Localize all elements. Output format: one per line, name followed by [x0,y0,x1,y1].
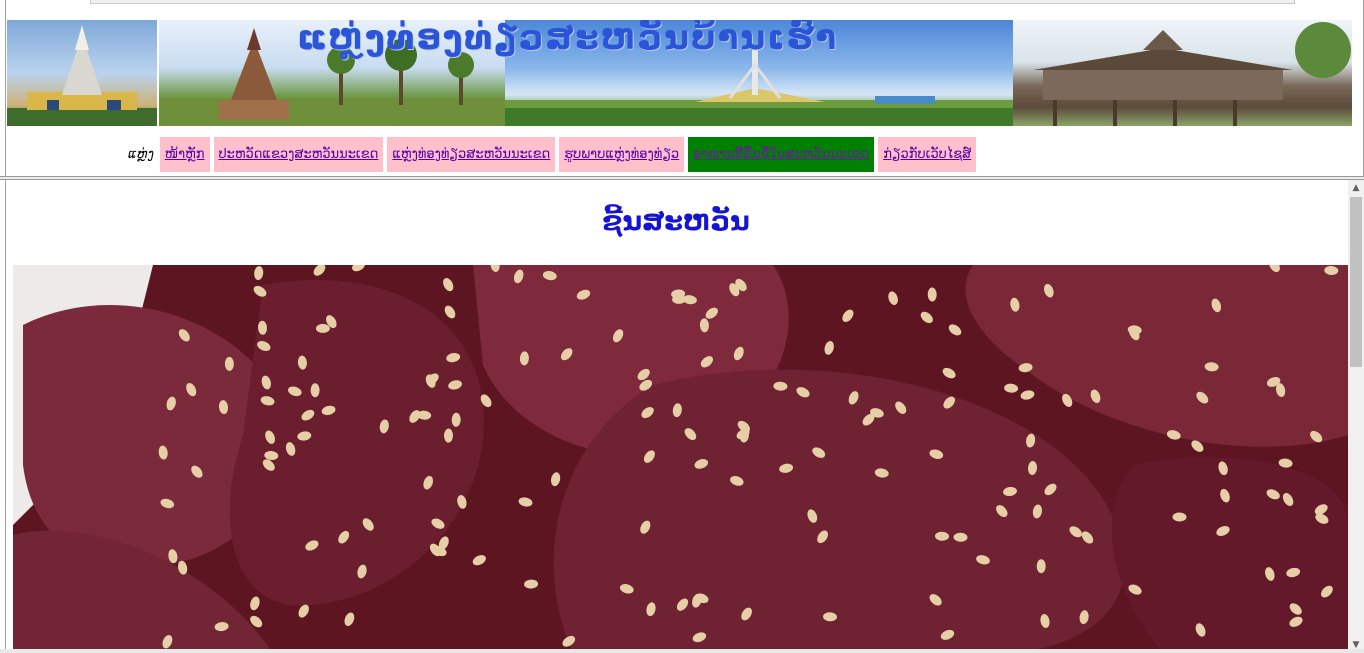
sesame-seed [310,383,320,398]
sesame-seed [315,323,330,333]
nav-label: ແຫຼ່ງ [128,147,154,162]
banner-title: ແຫຼ່ງທ່ອງທ່ຽວສະຫວັນບ້ານເຮົາ [297,20,839,58]
content-scrollbar[interactable]: ▲ ▼ [1348,180,1364,653]
page-title: ຊີ້ນສະຫວັນ [602,206,750,237]
dried-beef-photo [13,265,1348,653]
city-monument-photo [7,20,157,126]
pavilion-drawing [1033,22,1351,126]
content-frame: ຊີ້ນສະຫວັນ ▲ ▼ [5,180,1364,653]
main-navigation: ແຫຼ່ງ ໜ້າຫຼັກ ປະຫວັດແຂວງສະຫວັນນະເຂດ ແຫຼ່… [128,137,977,172]
scroll-thumb[interactable] [1350,197,1362,367]
nav-home[interactable]: ໜ້າຫຼັກ [159,137,210,172]
nav-province-history[interactable]: ປະຫວັດແຂວງສະຫວັນນະເຂດ [213,137,384,172]
nav-tourist-sites[interactable]: ແຫຼ່ງທ່ອງທ່ຽວສະຫວັນນະເຂດ [387,137,556,172]
nav-famous-food[interactable]: ອາຫານທີ່ຂຶ້ນຊື່ໃນສະຫວັນນະເຂດ [688,137,875,172]
bottom-edge [0,649,1364,653]
sesame-seed [1036,559,1046,574]
top-frame-scrollbar[interactable] [90,0,1295,4]
nav-tourist-photos[interactable]: ຮູບພາບແຫຼ່ງທ່ອງທ່ຽວ [559,137,685,172]
monument-drawing [7,25,157,126]
wooden-pavilion-photo [1013,20,1352,126]
nav-about-site[interactable]: ກ່ຽວກັບເວັບໄຊສ໌ [878,137,977,172]
header-banner: ແຫຼ່ງທ່ອງທ່ຽວສະຫວັນບ້ານເຮົາ [7,20,1352,126]
scroll-up-icon[interactable]: ▲ [1348,180,1364,196]
beef-drawing [13,265,1348,653]
